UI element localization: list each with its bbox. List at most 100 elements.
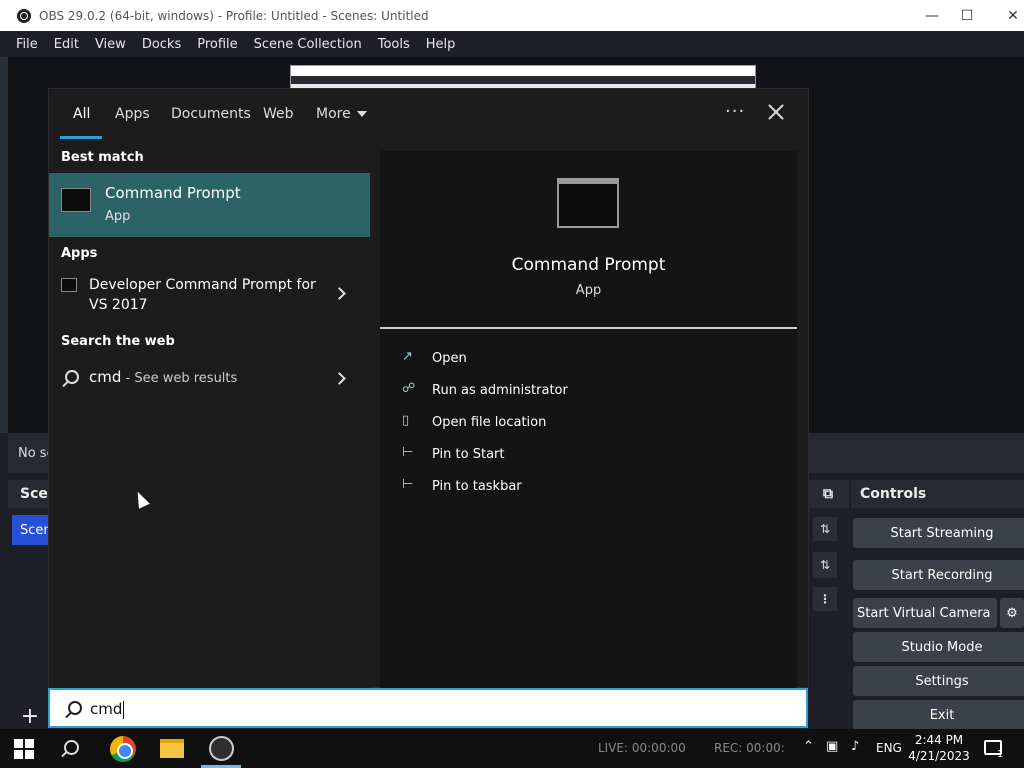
pin-icon: ⊢	[402, 477, 414, 492]
scene-item-label: Scen	[20, 522, 52, 538]
preview-left-edge	[0, 57, 8, 433]
tab-web[interactable]: Web	[263, 106, 294, 122]
menu-scene-collection[interactable]: Scene Collection	[254, 37, 362, 52]
tab-apps[interactable]: Apps	[115, 106, 150, 122]
obs-menubar: File Edit View Docks Profile Scene Colle…	[0, 31, 1024, 57]
action-pin-to-start[interactable]: ⊢ Pin to Start	[402, 443, 792, 467]
search-input-value: cmd	[90, 700, 125, 719]
volume-icon[interactable]: ♪	[851, 739, 859, 754]
action-open-label: Open	[432, 351, 467, 366]
action-pin-to-taskbar-label: Pin to taskbar	[432, 479, 522, 494]
virtual-camera-settings-gear-icon[interactable]: ⚙	[1000, 598, 1024, 628]
spin-icon[interactable]: ⇅	[813, 552, 837, 578]
more-options-ellipsis-icon[interactable]: ···	[725, 101, 745, 122]
dock-float-icon[interactable]: ⧉	[809, 480, 849, 508]
scene-list-item[interactable]: Scen	[12, 515, 52, 545]
menu-profile[interactable]: Profile	[197, 37, 237, 52]
search-icon	[65, 370, 79, 384]
settings-button[interactable]: Settings	[853, 666, 1024, 696]
notification-count: 1	[997, 749, 1004, 760]
menu-tools[interactable]: Tools	[378, 37, 410, 52]
web-query: cmd - See web results	[89, 368, 237, 386]
best-match-name: Command Prompt	[105, 184, 241, 202]
detail-name: Command Prompt	[511, 255, 666, 275]
start-virtual-camera-button[interactable]: Start Virtual Camera	[853, 598, 997, 628]
search-web-label: Search the web	[61, 334, 175, 349]
best-match-label: Best match	[61, 150, 144, 165]
start-streaming-button[interactable]: Start Streaming	[853, 518, 1024, 548]
windows-search-panel: All Apps Documents Web More ··· Best mat…	[48, 88, 810, 689]
network-icon[interactable]: ▣	[826, 739, 838, 754]
web-results-hint: - See web results	[121, 371, 238, 386]
windows-start-icon[interactable]	[14, 739, 34, 759]
menu-docks[interactable]: Docks	[142, 37, 181, 52]
taskbar-search-icon[interactable]	[64, 740, 79, 755]
detail-kind: App	[575, 283, 602, 298]
app-result-developer-command-prompt[interactable]: Developer Command Prompt for VS 2017	[49, 271, 370, 321]
menu-help[interactable]: Help	[426, 37, 456, 52]
pin-icon: ⊢	[402, 445, 414, 460]
tab-more[interactable]: More	[316, 106, 367, 122]
command-prompt-large-icon	[557, 178, 619, 228]
search-icon	[68, 701, 82, 715]
tab-all[interactable]: All	[73, 106, 90, 122]
shield-icon: ☍	[402, 381, 416, 396]
clock-date: 4/21/2023	[908, 749, 970, 763]
file-location-icon: ▯	[402, 413, 410, 428]
command-prompt-icon	[61, 188, 91, 212]
menu-edit[interactable]: Edit	[54, 37, 79, 52]
start-recording-button[interactable]: Start Recording	[853, 560, 1024, 590]
action-run-as-admin-label: Run as administrator	[432, 383, 568, 398]
developer-command-prompt-icon	[61, 278, 77, 292]
language-indicator[interactable]: ENG	[876, 741, 902, 755]
file-explorer-icon[interactable]	[160, 739, 184, 758]
action-open[interactable]: ↗ Open	[402, 347, 792, 371]
tab-documents[interactable]: Documents	[171, 106, 251, 122]
obs-logo-icon	[17, 8, 31, 23]
active-tab-indicator	[60, 136, 102, 139]
controls-header-label: Controls	[860, 486, 927, 502]
close-search-icon[interactable]	[765, 101, 787, 123]
controls-dock-header: Controls	[851, 480, 1024, 508]
close-window-button[interactable]: ✕	[990, 0, 1024, 31]
menu-file[interactable]: File	[16, 37, 38, 52]
action-open-file-location[interactable]: ▯ Open file location	[402, 411, 792, 435]
chrome-icon[interactable]	[110, 736, 136, 762]
open-icon: ↗	[402, 349, 413, 364]
best-match-result[interactable]: Command Prompt App	[49, 173, 370, 237]
obs-taskbar-icon[interactable]	[209, 736, 234, 761]
add-scene-plus-icon[interactable]: +	[16, 703, 44, 729]
apps-label: Apps	[61, 246, 98, 261]
chevron-right-icon[interactable]	[333, 372, 346, 385]
taskbar: LIVE: 00:00:00 REC: 00:00: ⌃ ▣ ♪ ENG 2:4…	[0, 729, 1024, 768]
scenes-dock-header: Scer	[8, 480, 55, 508]
search-tabs: All Apps Documents Web More ···	[49, 89, 810, 141]
action-run-as-administrator[interactable]: ☍ Run as administrator	[402, 379, 792, 403]
search-input[interactable]: cmd	[48, 688, 808, 728]
search-query-text: cmd	[90, 700, 123, 718]
clock-time: 2:44 PM	[914, 733, 964, 747]
obs-window-title: OBS 29.0.2 (64-bit, windows) - Profile: …	[39, 8, 429, 23]
results-list: Best match Command Prompt App Apps Devel…	[49, 141, 370, 689]
result-detail-pane: Command Prompt App ↗ Open ☍ Run as admin…	[380, 151, 797, 689]
menu-view[interactable]: View	[95, 37, 126, 52]
best-match-kind: App	[105, 209, 131, 224]
web-search-result[interactable]: cmd - See web results	[49, 363, 370, 393]
chevron-up-icon[interactable]: ⌃	[803, 739, 814, 754]
exit-button[interactable]: Exit	[853, 700, 1024, 730]
app-result-name: Developer Command Prompt for VS 2017	[89, 277, 316, 313]
detail-divider	[380, 327, 797, 329]
chevron-right-icon[interactable]	[333, 287, 346, 300]
text-caret	[123, 700, 125, 719]
action-open-file-location-label: Open file location	[432, 415, 547, 430]
live-timer: LIVE: 00:00:00	[598, 741, 686, 755]
action-pin-to-taskbar[interactable]: ⊢ Pin to taskbar	[402, 475, 792, 499]
rec-timer: REC: 00:00:	[714, 741, 785, 755]
tab-more-label: More	[316, 106, 351, 122]
system-clock[interactable]: 2:44 PM 4/21/2023	[905, 732, 973, 764]
kebab-menu-icon[interactable]: ⋮	[813, 587, 837, 611]
spin-icon[interactable]: ⇅	[813, 517, 837, 541]
maximize-button[interactable]: ☐	[944, 0, 990, 31]
studio-mode-button[interactable]: Studio Mode	[853, 632, 1024, 662]
web-query-text: cmd	[89, 368, 122, 386]
